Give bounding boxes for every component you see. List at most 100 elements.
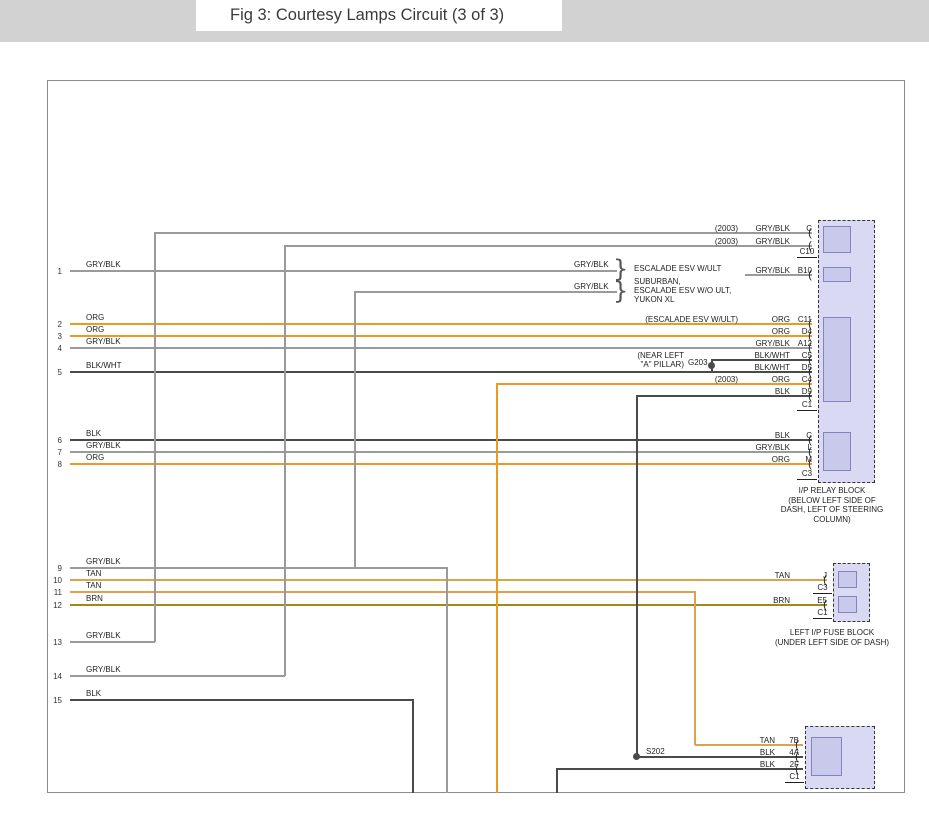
circuit-number: 13 (48, 638, 62, 647)
riser-2f-blk (556, 768, 558, 793)
circuit-number: 3 (48, 332, 62, 341)
caption-line: (UNDER LEFT SIDE OF DASH) (748, 638, 916, 648)
pin-label: C (788, 224, 812, 233)
wire-color-label: GRY/BLK (86, 557, 121, 566)
wire-12-brn (70, 604, 827, 606)
wire-11-tan (70, 591, 695, 593)
wire-color-label: GRY/BLK (86, 337, 121, 346)
circuit-number: 8 (48, 460, 62, 469)
pin-label: D5 (788, 363, 812, 372)
wire-color-label: BLK (86, 429, 101, 438)
ground-note-line: "A" PILLAR) (608, 360, 684, 369)
wire-color-label: BLK (86, 689, 101, 698)
wire-4-gryblk (70, 347, 812, 349)
connector-id: C3 (813, 583, 832, 594)
wire-7-gryblk (70, 451, 812, 453)
circuit-number: 7 (48, 448, 62, 457)
pin-label: C4 (788, 375, 812, 384)
pin-label: C11 (788, 315, 812, 324)
pin-label: D9 (788, 387, 812, 396)
pin-label: J (803, 571, 827, 580)
wire-color-label: TAN (740, 571, 790, 580)
circuit-number: 5 (48, 368, 62, 377)
circuit-number: 11 (48, 588, 62, 597)
ip-relay-block-connector-c1 (823, 317, 851, 402)
splice-s202-dot (633, 753, 640, 760)
wire-5-blkwht (70, 371, 812, 373)
riser-wire-9-up (354, 291, 356, 568)
ground-g203-junction-dot (708, 362, 715, 369)
ip-relay-block-connector-c10 (823, 226, 851, 253)
wire-color-label: GRY/BLK (86, 260, 121, 269)
fuse-block-connector-c1 (838, 596, 857, 613)
pin-label: C (788, 431, 812, 440)
variant-brace: } (613, 278, 628, 304)
bottom-block-connector-c1 (811, 737, 842, 776)
variant-note-line: ESCALADE ESV W/O ULT, (634, 286, 731, 295)
wire-color-label: BLK (730, 760, 775, 769)
wire-color-label: ORG (740, 315, 790, 324)
wire-color-label: BLK/WHT (740, 363, 790, 372)
wire-color-label: GRY/BLK (740, 266, 790, 275)
wire-color-label: GRY/BLK (86, 441, 121, 450)
splice-label: S202 (646, 747, 665, 756)
caption-line: DASH, LEFT OF STEERING (756, 505, 908, 515)
fuse-block-caption: LEFT I/P FUSE BLOCK (UNDER LEFT SIDE OF … (748, 628, 916, 647)
variant-note-line: SUBURBAN, (634, 277, 731, 286)
circuit-number: 2 (48, 320, 62, 329)
circuit-number: 12 (48, 601, 62, 610)
riser-wire-15-blk (412, 699, 414, 793)
wire-color-label: ORG (740, 327, 790, 336)
variant-note: ESCALADE ESV W/ULT (634, 264, 721, 273)
wire-color-label: ORG (86, 325, 104, 334)
pin-label: 2F (775, 760, 799, 769)
wire-15-blk (70, 699, 413, 701)
wire-color-label: ORG (740, 375, 790, 384)
wire-color-label: GRY/BLK (740, 339, 790, 348)
wire-color-label: GRY/BLK (574, 282, 609, 291)
riser-wire-13 (154, 232, 156, 642)
wire-color-label: ORG (86, 453, 104, 462)
wire-8-org (70, 463, 812, 465)
pin-label: 7B (775, 736, 799, 745)
connector-id: C1 (797, 400, 817, 411)
ground-location-note: (NEAR LEFT "A" PILLAR) (608, 351, 684, 369)
wire-6-blk (70, 439, 812, 441)
pin-label: D4 (788, 327, 812, 336)
wire-color-label: GRY/BLK (740, 224, 790, 233)
row-note: (2003) (660, 224, 738, 233)
wire-1-gryblk (70, 270, 617, 272)
caption-line: COLUMN) (756, 515, 908, 525)
wire-3-org (70, 335, 812, 337)
wire-color-label: TAN (86, 581, 101, 590)
wire-color-label: ORG (86, 313, 104, 322)
pin-label: 4A (775, 748, 799, 757)
connector-id: C3 (797, 469, 817, 480)
wire-color-label: GRY/BLK (86, 631, 121, 640)
ip-relay-block-connector-c3 (823, 432, 851, 471)
circuit-number: 10 (48, 576, 62, 585)
riser-wire-9-down (446, 567, 448, 793)
pin-label: B10 (788, 266, 812, 275)
riser-wire-11-tan (694, 591, 696, 745)
wire-color-label: BLK (740, 431, 790, 440)
title-chip: Fig 3: Courtesy Lamps Circuit (3 of 3) (196, 0, 562, 31)
ip-relay-block-connector-b10 (823, 267, 851, 282)
title-bar: Fig 3: Courtesy Lamps Circuit (3 of 3) (0, 0, 929, 42)
figure-title: Fig 3: Courtesy Lamps Circuit (3 of 3) (230, 6, 504, 25)
circuit-number: 4 (48, 344, 62, 353)
wire-9-gryblk (70, 567, 447, 569)
row-note: (ESCALADE ESV W/ULT) (600, 315, 738, 324)
riser-d9-blk (636, 395, 638, 757)
wire-color-label: GRY/BLK (740, 443, 790, 452)
wire-10-tan (70, 579, 827, 581)
caption-line: I/P RELAY BLOCK (756, 486, 908, 496)
circuit-number: 15 (48, 696, 62, 705)
circuit-number: 14 (48, 672, 62, 681)
wire-color-label: GRY/BLK (86, 665, 121, 674)
pin-label: C5 (788, 351, 812, 360)
wire-color-label: GRY/BLK (574, 260, 609, 269)
connector-id: C1 (813, 608, 832, 619)
wire-color-label: ORG (740, 455, 790, 464)
wire-color-label: GRY/BLK (740, 237, 790, 246)
